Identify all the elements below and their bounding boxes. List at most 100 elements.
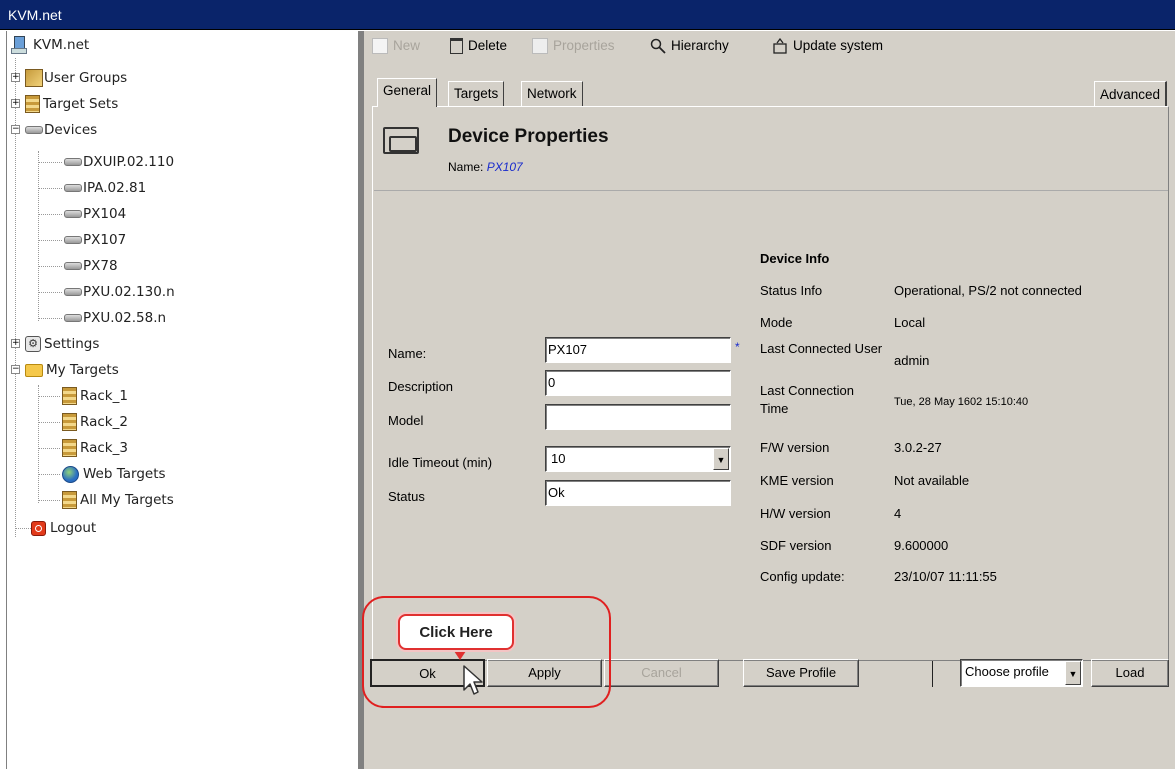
- info-label: F/W version: [760, 440, 830, 455]
- magnifier-icon: [650, 38, 666, 55]
- expand-icon[interactable]: +: [11, 99, 20, 108]
- update-system-button[interactable]: Update system: [772, 37, 883, 55]
- panel-header: Device Properties Name: PX107: [374, 108, 1168, 191]
- rack-icon: [25, 95, 40, 113]
- name-label: Name:: [388, 346, 427, 361]
- device-icon: [64, 210, 82, 218]
- properties-icon: [532, 38, 548, 55]
- tree-item-device[interactable]: DXUIP.02.110: [38, 149, 174, 175]
- status-field[interactable]: Ok: [545, 480, 731, 506]
- tab-network[interactable]: Network: [521, 81, 583, 106]
- device-icon: [25, 126, 43, 134]
- name-field[interactable]: PX107: [545, 337, 731, 363]
- collapse-icon[interactable]: −: [11, 125, 20, 134]
- device-icon: [64, 158, 82, 166]
- load-button[interactable]: Load: [1091, 659, 1169, 687]
- tree-item-web-targets[interactable]: Web Targets: [38, 461, 166, 487]
- device-icon: [64, 184, 82, 192]
- device-name-caption: Name: PX107: [448, 160, 523, 174]
- info-label: Last Connection Time: [760, 383, 854, 416]
- tree-item-device[interactable]: IPA.02.81: [38, 175, 146, 201]
- info-label: Config update:: [760, 569, 845, 584]
- collapse-icon[interactable]: −: [11, 365, 20, 374]
- info-label: Last Connected User: [760, 341, 883, 356]
- rack-icon: [62, 491, 77, 509]
- device-icon: [64, 288, 82, 296]
- idle-timeout-label: Idle Timeout (min): [388, 455, 493, 470]
- rack-icon: [62, 439, 77, 457]
- info-value: Operational, PS/2 not connected: [894, 283, 1082, 298]
- toolbar: New Delete Properties Hierarchy Update s…: [364, 31, 1175, 61]
- info-value: admin: [894, 353, 930, 368]
- toolbar-divider: [932, 661, 933, 687]
- click-here-callout: Click Here: [398, 614, 514, 650]
- chevron-down-icon[interactable]: ▼: [1065, 661, 1081, 685]
- tab-general[interactable]: General: [377, 78, 438, 107]
- folder-icon: [25, 363, 43, 377]
- tree-item-logout[interactable]: Logout: [15, 515, 96, 541]
- info-label: KME version: [760, 473, 834, 488]
- model-field[interactable]: [545, 404, 731, 430]
- save-profile-button[interactable]: Save Profile: [743, 659, 859, 687]
- tree-item-target[interactable]: Rack_2: [38, 409, 128, 435]
- device-info-heading: Device Info: [760, 251, 830, 266]
- tree-item-target[interactable]: Rack_3: [38, 435, 128, 461]
- tree-item-device[interactable]: PXU.02.58.n: [38, 305, 166, 331]
- user-groups-icon: [25, 69, 43, 87]
- device-icon: [64, 236, 82, 244]
- description-label: Description: [388, 379, 454, 394]
- info-label: Status Info: [760, 283, 823, 298]
- navigation-tree: KVM.net + User Groups + Target Sets − De…: [6, 31, 358, 769]
- delete-button[interactable]: Delete: [450, 37, 507, 55]
- cancel-button[interactable]: Cancel: [604, 659, 719, 687]
- tree-item-all-my-targets[interactable]: All My Targets: [38, 487, 174, 513]
- new-icon: [372, 38, 388, 55]
- description-field[interactable]: 0: [545, 370, 731, 396]
- update-icon: [772, 38, 788, 55]
- info-value: Local: [894, 315, 926, 330]
- window-title: KVM.net: [0, 0, 1175, 30]
- computer-icon: [11, 35, 27, 55]
- device-icon: [64, 314, 82, 322]
- tree-item-my-targets[interactable]: − My Targets: [7, 357, 207, 383]
- idle-timeout-select[interactable]: 10 ▼: [545, 446, 731, 472]
- page-title: Device Properties: [448, 126, 609, 147]
- device-icon: [64, 262, 82, 270]
- tree-item-target-sets[interactable]: + Target Sets: [7, 91, 207, 117]
- model-label: Model: [388, 413, 424, 428]
- new-button[interactable]: New: [372, 37, 420, 55]
- highlight-ring: [362, 596, 611, 708]
- info-label: H/W version: [760, 506, 831, 521]
- tree-item-user-groups[interactable]: + User Groups: [7, 65, 207, 91]
- tree-item-target[interactable]: Rack_1: [38, 383, 128, 409]
- info-label: SDF version: [760, 538, 832, 553]
- rack-icon: [62, 413, 77, 431]
- advanced-button[interactable]: Advanced: [1093, 81, 1167, 107]
- properties-panel: Device Properties Name: PX107 Name: PX10…: [372, 106, 1169, 661]
- status-label: Status: [388, 489, 425, 504]
- settings-icon: ⚙: [25, 336, 41, 352]
- expand-icon[interactable]: +: [11, 339, 20, 348]
- info-value: Tue, 28 May 1602 15:10:40: [894, 396, 1029, 408]
- info-value: Not available: [894, 473, 970, 488]
- properties-button[interactable]: Properties: [532, 37, 615, 55]
- tree-item-device[interactable]: PXU.02.130.n: [38, 279, 175, 305]
- folder-icon: [383, 124, 419, 154]
- logout-icon: [31, 520, 46, 536]
- info-value: 4: [894, 506, 902, 521]
- tree-root[interactable]: KVM.net: [11, 32, 89, 58]
- tab-targets[interactable]: Targets: [448, 81, 505, 106]
- hierarchy-button[interactable]: Hierarchy: [650, 37, 729, 55]
- tree-item-settings[interactable]: + ⚙ Settings: [7, 331, 207, 357]
- expand-icon[interactable]: +: [11, 73, 20, 82]
- tree-item-device[interactable]: PX107: [38, 227, 126, 253]
- info-value: 23/10/07 11:11:55: [894, 569, 997, 584]
- rack-icon: [62, 387, 77, 405]
- profile-select[interactable]: Choose profile ▼: [960, 659, 1083, 687]
- info-value: 9.600000: [894, 538, 949, 553]
- chevron-down-icon[interactable]: ▼: [713, 448, 729, 470]
- globe-icon: [62, 465, 79, 483]
- tree-item-device[interactable]: PX78: [38, 253, 118, 279]
- tree-item-device[interactable]: PX104: [38, 201, 126, 227]
- tree-item-devices[interactable]: − Devices: [7, 117, 207, 143]
